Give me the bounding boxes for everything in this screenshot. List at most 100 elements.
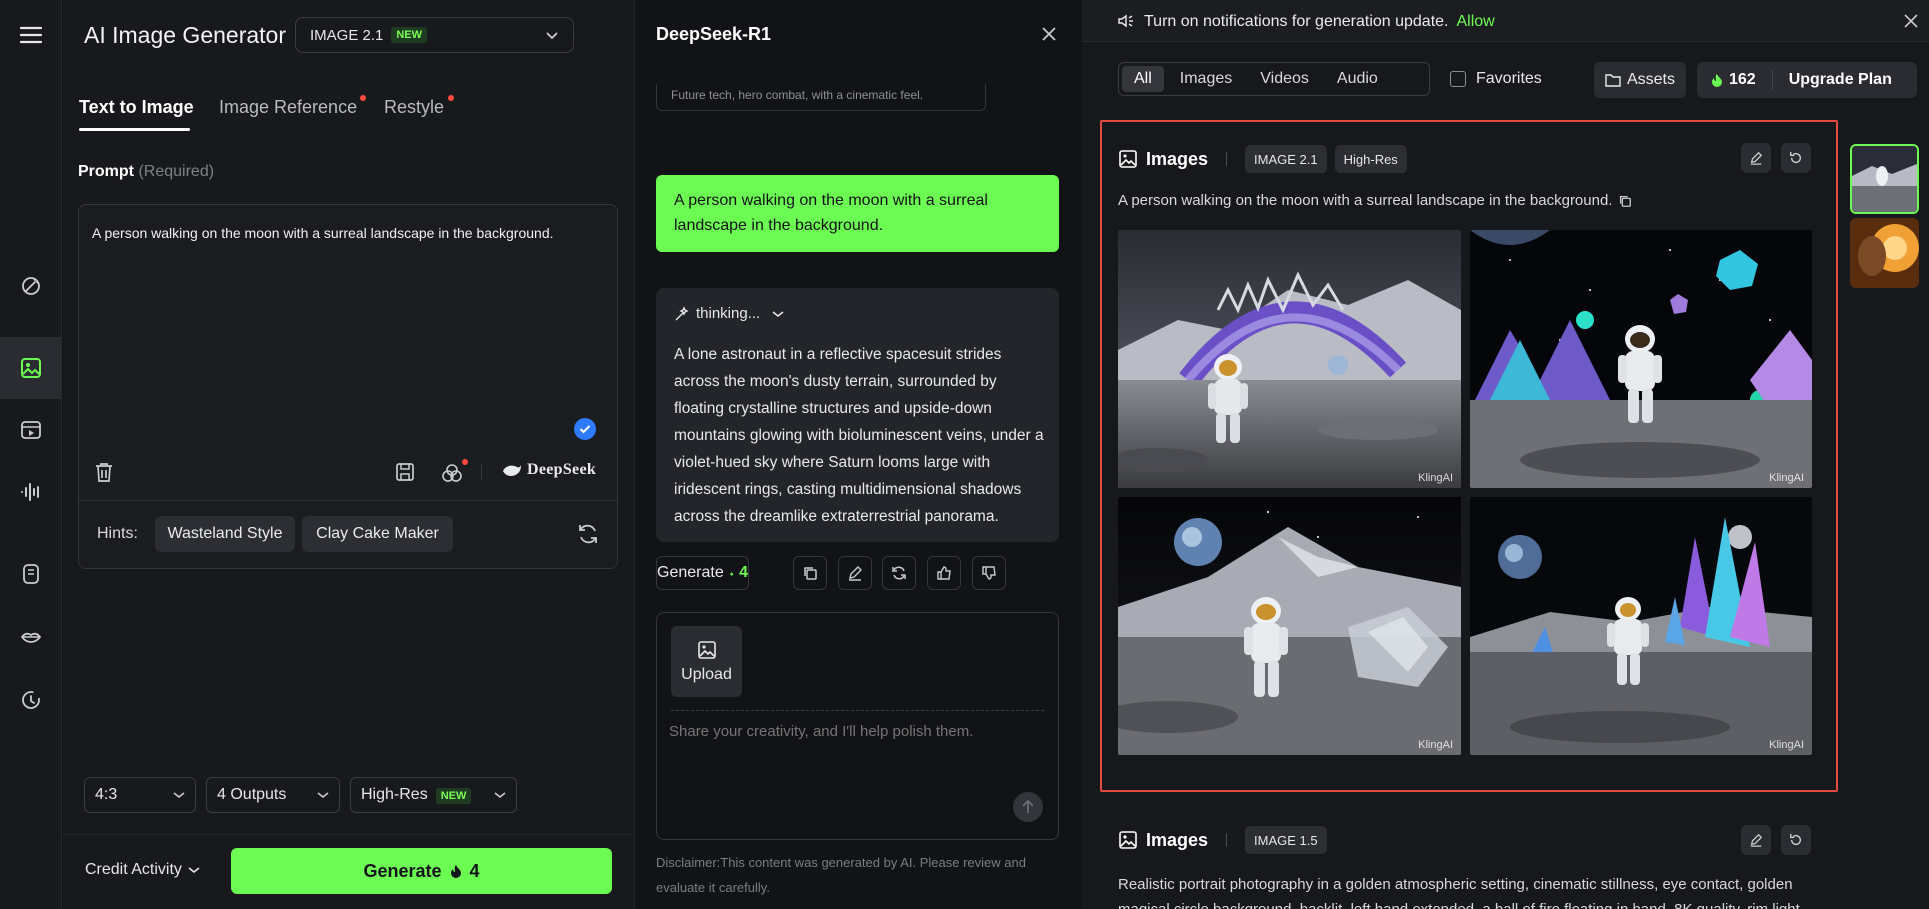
- generated-image[interactable]: KlingAI: [1470, 497, 1812, 755]
- trash-icon[interactable]: [94, 461, 114, 483]
- model-select[interactable]: IMAGE 2.1 NEW: [295, 17, 574, 53]
- panel-title: DeepSeek-R1: [656, 24, 772, 44]
- prompt-textarea[interactable]: [78, 204, 618, 569]
- aspect-ratio-select[interactable]: 4:3: [84, 777, 196, 813]
- magic-wand-icon[interactable]: [0, 255, 62, 317]
- watermark: KlingAI: [1769, 472, 1804, 484]
- arrow-up-icon: [1022, 800, 1034, 813]
- filter-all[interactable]: All: [1122, 66, 1164, 92]
- thumbnail-moon[interactable]: [1850, 144, 1919, 214]
- thumbnail-portrait[interactable]: [1850, 218, 1919, 288]
- response-generate-button[interactable]: Generate 4: [656, 556, 749, 590]
- chevron-down-icon: [173, 792, 185, 799]
- model-tag: IMAGE 2.1: [1245, 145, 1327, 173]
- image-icon: [1119, 150, 1137, 168]
- regenerate-card-button[interactable]: [1781, 825, 1811, 855]
- aspect-ratio-value: 4:3: [95, 786, 118, 803]
- edit-card-button[interactable]: [1741, 143, 1771, 173]
- hint-chip[interactable]: Clay Cake Maker: [302, 516, 453, 552]
- save-icon[interactable]: [395, 462, 415, 482]
- edit-button[interactable]: [838, 556, 872, 590]
- favorites-checkbox[interactable]: Favorites: [1450, 70, 1542, 88]
- copy-button[interactable]: [793, 556, 827, 590]
- upload-label: Upload: [681, 665, 732, 683]
- chevron-down-icon: [317, 792, 329, 799]
- lips-icon[interactable]: [0, 606, 62, 668]
- thumbs-up-icon: [937, 566, 951, 580]
- filter-audio[interactable]: Audio: [1325, 66, 1390, 92]
- tab-text-to-image[interactable]: Text to Image: [79, 97, 194, 118]
- app-title: AI Image Generator: [84, 22, 286, 48]
- compose-input[interactable]: [669, 723, 1039, 740]
- thinking-toggle[interactable]: thinking...: [674, 305, 784, 322]
- allow-notifications-link[interactable]: Allow: [1457, 13, 1495, 30]
- menu-icon[interactable]: [0, 4, 62, 66]
- generate-cost: 4: [469, 860, 480, 881]
- chevron-down-icon: [546, 32, 558, 40]
- image-icon[interactable]: [0, 337, 62, 399]
- filter-tabs: All Images Videos Audio: [1118, 62, 1430, 96]
- edit-card-button[interactable]: [1741, 825, 1771, 855]
- audio-wave-icon[interactable]: [0, 461, 62, 523]
- watermark: KlingAI: [1418, 739, 1453, 751]
- divider: [63, 834, 635, 835]
- generate-button[interactable]: Generate 4: [231, 848, 612, 894]
- thumbs-up-button[interactable]: [927, 556, 961, 590]
- regenerate-button[interactable]: [882, 556, 916, 590]
- prompt-text[interactable]: A person walking on the moon with a surr…: [92, 224, 602, 242]
- style-circles-icon[interactable]: [440, 462, 464, 484]
- model-tag: IMAGE 1.5: [1245, 826, 1327, 854]
- assets-button[interactable]: Assets: [1594, 62, 1686, 98]
- previous-suggestion[interactable]: Future tech, hero combat, with a cinemat…: [656, 84, 986, 111]
- check-icon[interactable]: [574, 418, 596, 440]
- watermark: KlingAI: [1769, 739, 1804, 751]
- copy-icon[interactable]: [1618, 194, 1632, 208]
- generated-image[interactable]: KlingAI: [1118, 497, 1461, 755]
- divider: [1226, 152, 1228, 166]
- outputs-select[interactable]: 4 Outputs: [206, 777, 340, 813]
- close-icon[interactable]: [1041, 26, 1057, 42]
- thumbs-down-button[interactable]: [972, 556, 1006, 590]
- divider: [1226, 833, 1228, 847]
- close-notification-icon[interactable]: [1904, 14, 1918, 28]
- video-icon[interactable]: [0, 399, 62, 461]
- refresh-icon[interactable]: [577, 523, 599, 545]
- deepseek-whale-icon: [501, 462, 523, 480]
- regenerate-card-button[interactable]: [1781, 143, 1811, 173]
- hint-chip[interactable]: Wasteland Style: [155, 516, 295, 552]
- send-button[interactable]: [1013, 792, 1043, 822]
- flame-icon: [1712, 74, 1722, 87]
- avatar-icon[interactable]: [0, 543, 62, 605]
- checkbox[interactable]: [1450, 71, 1466, 87]
- quality-select[interactable]: High-Res NEW: [350, 777, 517, 813]
- history-icon[interactable]: [0, 669, 62, 731]
- generated-image[interactable]: KlingAI: [1470, 230, 1812, 488]
- quality-new-badge: NEW: [435, 788, 472, 804]
- pencil-icon: [1750, 833, 1763, 847]
- upload-button[interactable]: Upload: [671, 626, 742, 697]
- credit-activity-dropdown[interactable]: Credit Activity: [85, 861, 200, 879]
- hints-label: Hints:: [97, 525, 138, 542]
- speaker-icon: [1117, 13, 1135, 29]
- folder-icon: [1605, 74, 1621, 87]
- chevron-down-icon: [494, 792, 506, 799]
- generated-image[interactable]: KlingAI: [1118, 230, 1461, 488]
- copy-icon: [804, 567, 817, 580]
- credits-upgrade-button[interactable]: 162 Upgrade Plan: [1697, 62, 1917, 98]
- tab-restyle[interactable]: Restyle: [384, 97, 444, 118]
- deepseek-toggle[interactable]: DeepSeek: [527, 461, 596, 479]
- thinking-label: thinking...: [696, 305, 761, 322]
- filter-videos[interactable]: Videos: [1248, 66, 1321, 92]
- tab-image-reference[interactable]: Image Reference: [219, 97, 357, 118]
- new-dot: [448, 95, 454, 101]
- card-header: Images IMAGE 2.1 High-Res: [1118, 144, 1415, 174]
- upgrade-plan-label[interactable]: Upgrade Plan: [1789, 71, 1892, 89]
- card-prompt: Realistic portrait photography in a gold…: [1118, 876, 1800, 909]
- thumbs-down-icon: [982, 566, 996, 580]
- undo-icon: [1790, 151, 1802, 164]
- divider: [481, 464, 482, 480]
- response-text: A lone astronaut in a reflective spacesu…: [674, 346, 1044, 525]
- filter-images[interactable]: Images: [1168, 66, 1244, 92]
- card-title: Images: [1118, 830, 1208, 851]
- chevron-down-icon: [772, 310, 784, 317]
